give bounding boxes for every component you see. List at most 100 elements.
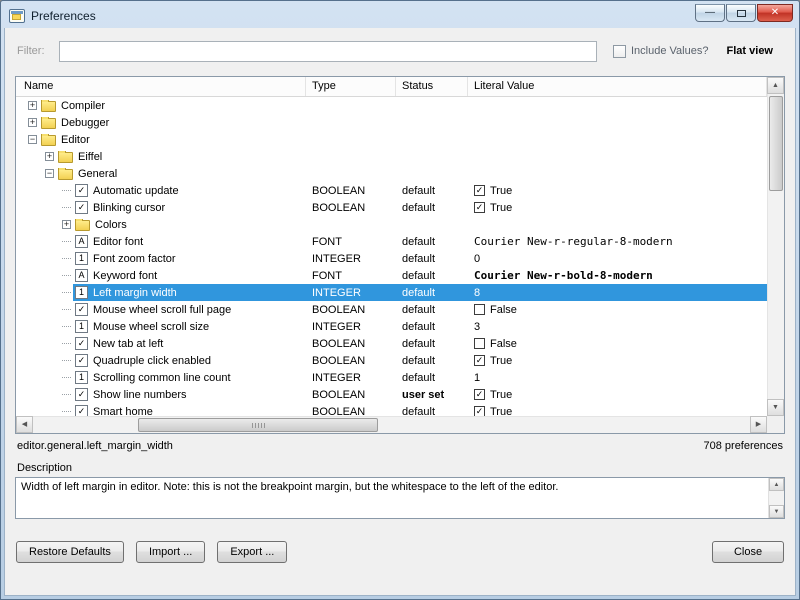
unchecked-checkbox[interactable] (474, 304, 485, 315)
description-scroll-up-button[interactable]: ▲ (769, 478, 784, 491)
preferences-count: 708 preferences (704, 440, 784, 452)
pref-value: True (490, 406, 512, 417)
close-icon: ✕ (771, 8, 779, 18)
include-values-control[interactable]: Include Values? (613, 45, 708, 58)
expand-plus-icon[interactable]: + (45, 152, 54, 161)
tree-row[interactable]: ✓Blinking cursorBOOLEANdefault✓True (16, 199, 767, 216)
scroll-left-button[interactable]: ◀ (16, 416, 33, 433)
expand-plus-icon[interactable]: + (28, 118, 37, 127)
tree-row[interactable]: −General (16, 165, 767, 182)
close-dialog-button[interactable]: Close (712, 541, 784, 563)
tree-row[interactable]: +Colors (16, 216, 767, 233)
filter-input[interactable] (59, 41, 597, 62)
pref-name-cell: 1Scrolling common line count (16, 371, 306, 384)
pref-name: Font zoom factor (93, 253, 176, 265)
tree-row[interactable]: 1Mouse wheel scroll sizeINTEGERdefault3 (16, 318, 767, 335)
tree-row[interactable]: 1Scrolling common line countINTEGERdefau… (16, 369, 767, 386)
tree-row[interactable]: AKeyword fontFONTdefaultCourier New-r-bo… (16, 267, 767, 284)
collapse-minus-icon[interactable]: − (28, 135, 37, 144)
tree-row[interactable]: +Debugger (16, 114, 767, 131)
filter-label: Filter: (17, 45, 59, 57)
tree-row[interactable]: 1Font zoom factorINTEGERdefault0 (16, 250, 767, 267)
tree-indent (16, 190, 62, 191)
pref-name-cell: ✓Show line numbers (16, 388, 306, 401)
column-header-literal-value[interactable]: Literal Value (468, 77, 767, 96)
pref-value: True (490, 202, 512, 214)
pref-type: INTEGER (306, 372, 396, 384)
scroll-down-button[interactable]: ▼ (767, 399, 784, 416)
tree-branch-line (62, 241, 71, 242)
pref-name: New tab at left (93, 338, 163, 350)
import-button[interactable]: Import ... (136, 541, 205, 563)
title-bar[interactable]: Preferences — ✕ (4, 4, 796, 28)
tree-indent (16, 394, 62, 395)
maximize-button[interactable] (726, 4, 756, 22)
pref-value-cell: ✓ True (468, 355, 767, 367)
unchecked-checkbox[interactable] (474, 338, 485, 349)
include-values-checkbox[interactable] (613, 45, 626, 58)
tree-row[interactable]: ✓New tab at leftBOOLEANdefaultFalse (16, 335, 767, 352)
checked-checkbox[interactable]: ✓ (474, 202, 485, 213)
vertical-scrollbar[interactable]: ▲ ▼ (767, 77, 784, 416)
checked-checkbox[interactable]: ✓ (474, 355, 485, 366)
collapse-minus-icon[interactable]: − (45, 169, 54, 178)
pref-type: BOOLEAN (306, 355, 396, 367)
int-pref-icon: 1 (75, 371, 88, 384)
expand-plus-icon[interactable]: + (28, 101, 37, 110)
pref-value: False (490, 304, 517, 316)
horizontal-scrollbar[interactable]: ◀ ▶ (16, 416, 767, 433)
dialog-client-area: Filter: Include Values? Flat view Name T… (4, 28, 796, 596)
tree-row[interactable]: ✓Automatic updateBOOLEANdefault✓True (16, 182, 767, 199)
description-scroll-down-button[interactable]: ▼ (769, 505, 784, 518)
tree-row[interactable]: 1Left margin widthINTEGERdefault8 (16, 284, 767, 301)
checked-checkbox[interactable]: ✓ (474, 406, 485, 416)
tree-row[interactable]: ✓Show line numbersBOOLEANuser set✓True (16, 386, 767, 403)
restore-defaults-button[interactable]: Restore Defaults (16, 541, 124, 563)
expand-plus-icon[interactable]: + (62, 220, 71, 229)
pref-value: True (490, 185, 512, 197)
tree-indent (16, 241, 62, 242)
description-scrollbar[interactable]: ▲ ▼ (768, 478, 784, 518)
pref-name: Keyword font (93, 270, 157, 282)
tree-row[interactable]: ✓Smart homeBOOLEANdefault✓True (16, 403, 767, 416)
include-values-label: Include Values? (631, 45, 708, 57)
pref-status: default (396, 270, 468, 282)
scroll-right-button[interactable]: ▶ (750, 416, 767, 433)
tree-branch-line (62, 411, 71, 412)
pref-value-cell: 8 (468, 287, 767, 299)
checked-checkbox[interactable]: ✓ (474, 389, 485, 400)
tree-row[interactable]: AEditor fontFONTdefaultCourier New-r-reg… (16, 233, 767, 250)
close-button[interactable]: ✕ (757, 4, 793, 22)
pref-name-cell: ✓Blinking cursor (16, 201, 306, 214)
minimize-button[interactable]: — (695, 4, 725, 22)
pref-name: Show line numbers (93, 389, 187, 401)
column-header-status[interactable]: Status (396, 77, 468, 96)
tree-row[interactable]: ✓Mouse wheel scroll full pageBOOLEANdefa… (16, 301, 767, 318)
tree-indent (16, 207, 62, 208)
tree-row[interactable]: +Compiler (16, 97, 767, 114)
pref-value-cell: 3 (468, 321, 767, 333)
tree-branch-line (62, 360, 71, 361)
tree-row[interactable]: ✓Quadruple click enabledBOOLEANdefault✓T… (16, 352, 767, 369)
status-row: editor.general.left_margin_width 708 pre… (15, 440, 785, 452)
int-pref-icon: 1 (75, 286, 88, 299)
checked-checkbox[interactable]: ✓ (474, 185, 485, 196)
folder-icon (41, 118, 56, 129)
pref-value: True (490, 355, 512, 367)
bool-pref-icon: ✓ (75, 405, 88, 416)
folder-icon (41, 101, 56, 112)
export-button[interactable]: Export ... (217, 541, 287, 563)
flat-view-button[interactable]: Flat view (721, 43, 779, 59)
pref-name: Editor (61, 134, 90, 146)
vertical-scroll-thumb[interactable] (769, 96, 783, 191)
column-header-type[interactable]: Type (306, 77, 396, 96)
tree-row[interactable]: − Editor (16, 131, 767, 148)
tree-rows: +Compiler+Debugger − Editor +Eiffel−General… (16, 97, 767, 416)
scroll-up-button[interactable]: ▲ (767, 77, 784, 94)
button-row: Restore Defaults Import ... Export ... C… (15, 541, 785, 563)
filter-row: Filter: Include Values? Flat view (17, 40, 783, 62)
column-header-name[interactable]: Name (16, 77, 306, 96)
folder-icon (75, 220, 90, 231)
tree-row[interactable]: +Eiffel (16, 148, 767, 165)
horizontal-scroll-thumb[interactable] (138, 418, 378, 432)
